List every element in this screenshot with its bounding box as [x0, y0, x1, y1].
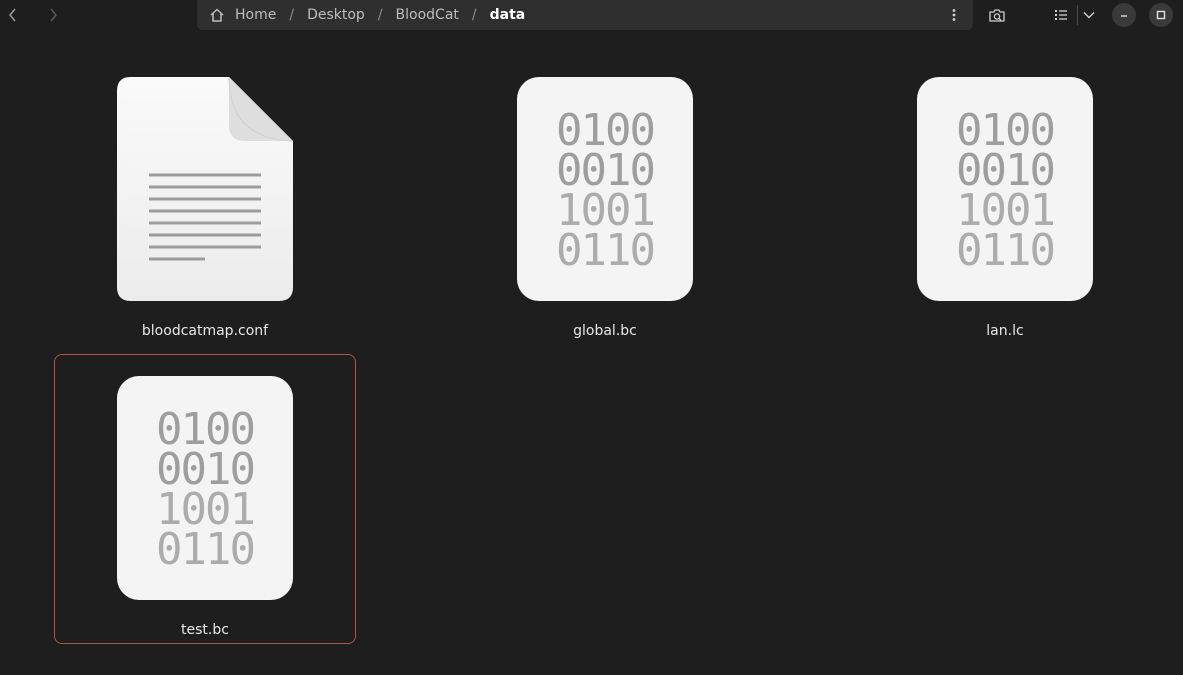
path-menu-button[interactable]	[943, 4, 965, 26]
binary-row: 0110	[556, 225, 654, 276]
breadcrumb-home[interactable]: Home	[231, 0, 280, 30]
list-view-button[interactable]	[1049, 3, 1073, 27]
back-button[interactable]	[2, 4, 24, 26]
binary-file-icon: 0100 0010 1001 0110	[517, 77, 693, 301]
maximize-icon	[1156, 10, 1166, 20]
home-icon	[209, 7, 225, 23]
forward-button[interactable]	[42, 4, 64, 26]
breadcrumb-separator: /	[471, 7, 477, 23]
view-options-button[interactable]	[1077, 3, 1101, 27]
chevron-down-icon	[1083, 12, 1095, 19]
breadcrumb-desktop[interactable]: Desktop	[303, 0, 369, 30]
breadcrumb-bloodcat[interactable]: BloodCat	[392, 0, 463, 30]
maximize-button[interactable]	[1149, 3, 1173, 27]
header-bar: Home / Desktop / BloodCat / data	[0, 0, 1183, 30]
file-item-bloodcatmap-conf[interactable]: bloodcatmap.conf	[54, 55, 356, 343]
file-name-label: test.bc	[181, 622, 229, 638]
file-item-lan-lc[interactable]: 0100 0010 1001 0110 lan.lc	[854, 55, 1156, 343]
binary-row: 0110	[156, 524, 254, 575]
minimize-icon	[1121, 15, 1127, 17]
chevron-left-icon	[9, 8, 16, 22]
breadcrumb-separator: /	[377, 7, 383, 23]
binary-file-icon: 0100 0010 1001 0110	[117, 376, 293, 600]
file-name-label: bloodcatmap.conf	[141, 323, 269, 339]
text-document-icon	[117, 77, 293, 301]
breadcrumb-separator: /	[289, 7, 295, 23]
list-view-icon	[1055, 10, 1067, 20]
chevron-right-icon	[50, 8, 57, 22]
binary-row: 0110	[956, 225, 1054, 276]
minimize-button[interactable]	[1112, 3, 1136, 27]
search-icon	[989, 9, 1005, 22]
path-bar: Home / Desktop / BloodCat / data	[197, 0, 973, 30]
file-name-label: lan.lc	[986, 323, 1024, 339]
file-item-global-bc[interactable]: 0100 0010 1001 0110 global.bc	[454, 55, 756, 343]
file-name-label: global.bc	[573, 323, 637, 339]
search-button[interactable]	[985, 3, 1009, 27]
binary-file-icon: 0100 0010 1001 0110	[917, 77, 1093, 301]
file-item-test-bc[interactable]: 0100 0010 1001 0110 test.bc	[54, 354, 356, 644]
breadcrumb-data[interactable]: data	[486, 0, 530, 30]
menu-icon	[952, 9, 956, 21]
